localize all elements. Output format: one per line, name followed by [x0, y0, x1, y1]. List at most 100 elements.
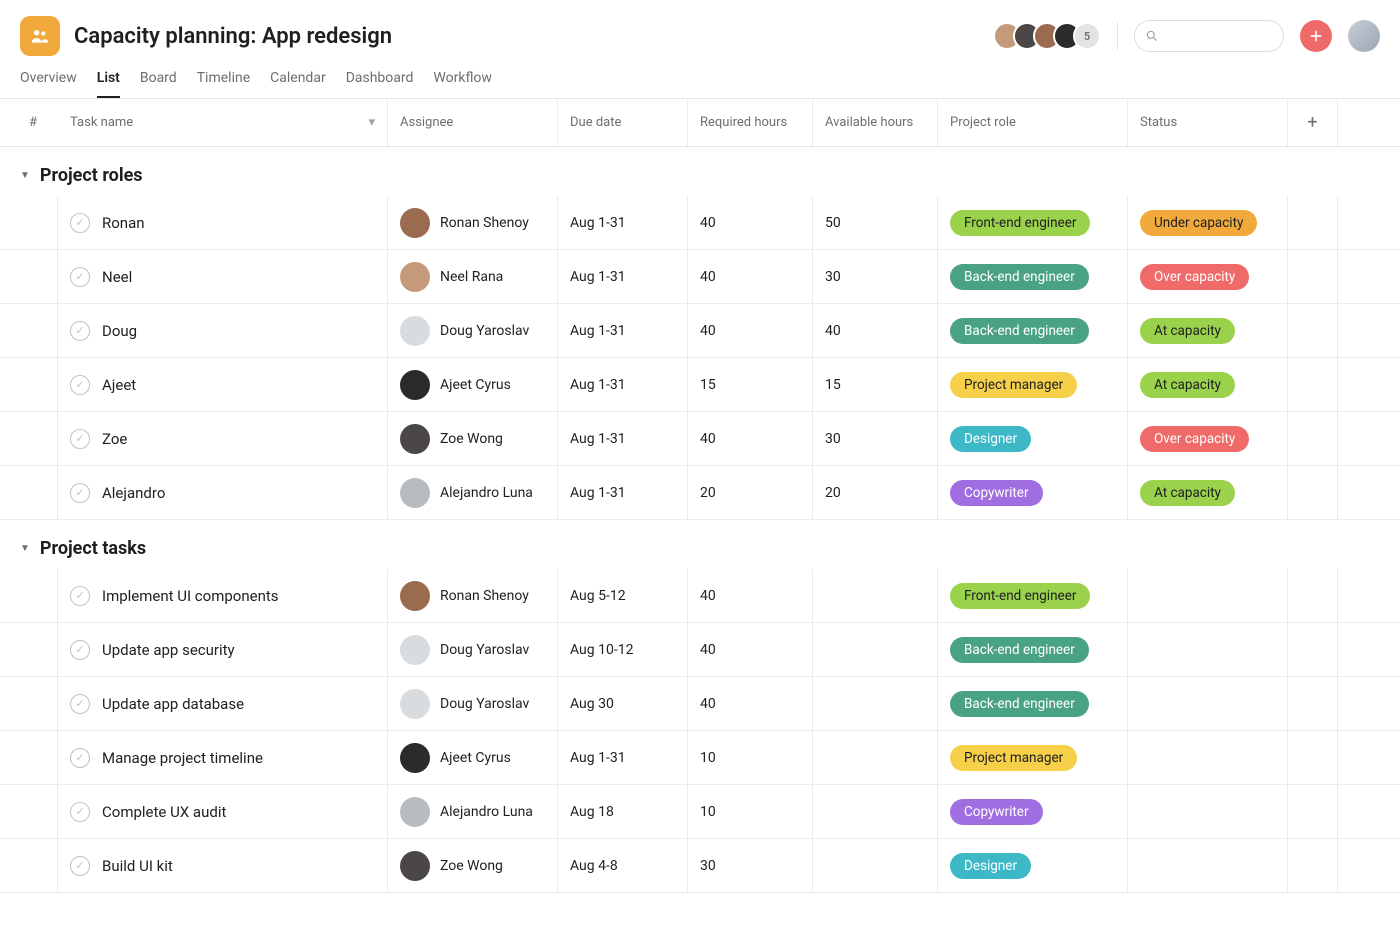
- table-row[interactable]: ✓Update app databaseDoug YaroslavAug 304…: [0, 677, 1400, 731]
- due-date: Aug 1-31: [570, 215, 626, 231]
- tab-timeline[interactable]: Timeline: [197, 70, 250, 98]
- check-circle-icon[interactable]: ✓: [70, 267, 90, 287]
- check-circle-icon[interactable]: ✓: [70, 856, 90, 876]
- add-button[interactable]: [1300, 20, 1332, 52]
- task-name: Neel: [102, 268, 132, 286]
- column-due[interactable]: Due date: [558, 99, 688, 146]
- column-status[interactable]: Status: [1128, 99, 1288, 146]
- task-name: Complete UX audit: [102, 803, 226, 821]
- assignee-avatar: [400, 262, 430, 292]
- tab-list[interactable]: List: [97, 70, 120, 98]
- status-pill[interactable]: At capacity: [1140, 318, 1235, 344]
- table-row[interactable]: ✓NeelNeel RanaAug 1-314030Back-end engin…: [0, 250, 1400, 304]
- tab-board[interactable]: Board: [140, 70, 177, 98]
- available-hours: 30: [825, 431, 841, 447]
- due-date: Aug 5-12: [570, 588, 626, 604]
- table-row[interactable]: ✓RonanRonan ShenoyAug 1-314050Front-end …: [0, 196, 1400, 250]
- plus-icon: [1308, 28, 1324, 44]
- table-row[interactable]: ✓Build UI kitZoe WongAug 4-830Designer: [0, 839, 1400, 893]
- add-column-button[interactable]: +: [1288, 99, 1338, 146]
- tab-calendar[interactable]: Calendar: [270, 70, 326, 98]
- due-date: Aug 10-12: [570, 642, 633, 658]
- role-pill[interactable]: Back-end engineer: [950, 264, 1089, 290]
- project-icon[interactable]: [20, 16, 60, 56]
- role-pill[interactable]: Copywriter: [950, 480, 1043, 506]
- tab-overview[interactable]: Overview: [20, 70, 77, 98]
- check-circle-icon[interactable]: ✓: [70, 429, 90, 449]
- assignee-name: Doug Yaroslav: [440, 323, 529, 339]
- column-required[interactable]: Required hours: [688, 99, 813, 146]
- role-pill[interactable]: Project manager: [950, 745, 1077, 771]
- column-assignee[interactable]: Assignee: [388, 99, 558, 146]
- table-row[interactable]: ✓Update app securityDoug YaroslavAug 10-…: [0, 623, 1400, 677]
- chevron-down-icon[interactable]: ▾: [368, 115, 375, 130]
- member-overflow[interactable]: 5: [1073, 22, 1101, 50]
- check-circle-icon[interactable]: ✓: [70, 321, 90, 341]
- status-pill[interactable]: Under capacity: [1140, 210, 1257, 236]
- role-pill[interactable]: Front-end engineer: [950, 210, 1090, 236]
- required-hours: 40: [700, 642, 716, 658]
- role-pill[interactable]: Project manager: [950, 372, 1077, 398]
- table-row[interactable]: ✓AjeetAjeet CyrusAug 1-311515Project man…: [0, 358, 1400, 412]
- status-pill[interactable]: Over capacity: [1140, 426, 1249, 452]
- required-hours: 40: [700, 431, 716, 447]
- search-input[interactable]: [1134, 20, 1284, 52]
- due-date: Aug 1-31: [570, 485, 626, 501]
- required-hours: 40: [700, 588, 716, 604]
- check-circle-icon[interactable]: ✓: [70, 748, 90, 768]
- table-row[interactable]: ✓Manage project timelineAjeet CyrusAug 1…: [0, 731, 1400, 785]
- role-pill[interactable]: Designer: [950, 426, 1031, 452]
- due-date: Aug 1-31: [570, 269, 626, 285]
- column-role[interactable]: Project role: [938, 99, 1128, 146]
- task-name: Build UI kit: [102, 857, 173, 875]
- column-task[interactable]: Task name ▾: [58, 99, 388, 146]
- section-header[interactable]: ▼Project roles: [0, 147, 1400, 196]
- role-pill[interactable]: Front-end engineer: [950, 583, 1090, 609]
- due-date: Aug 1-31: [570, 377, 626, 393]
- check-circle-icon[interactable]: ✓: [70, 483, 90, 503]
- assignee-avatar: [400, 689, 430, 719]
- role-pill[interactable]: Designer: [950, 853, 1031, 879]
- task-name: Ronan: [102, 214, 145, 232]
- tab-workflow[interactable]: Workflow: [433, 70, 492, 98]
- check-circle-icon[interactable]: ✓: [70, 640, 90, 660]
- check-circle-icon[interactable]: ✓: [70, 802, 90, 822]
- project-title[interactable]: Capacity planning: App redesign: [74, 24, 392, 49]
- assignee-name: Doug Yaroslav: [440, 642, 529, 658]
- current-user-avatar[interactable]: [1348, 20, 1380, 52]
- status-pill[interactable]: Over capacity: [1140, 264, 1249, 290]
- check-circle-icon[interactable]: ✓: [70, 694, 90, 714]
- table-row[interactable]: ✓AlejandroAlejandro LunaAug 1-312020Copy…: [0, 466, 1400, 520]
- column-available[interactable]: Available hours: [813, 99, 938, 146]
- role-pill[interactable]: Back-end engineer: [950, 318, 1089, 344]
- column-number: #: [0, 99, 58, 146]
- status-pill[interactable]: At capacity: [1140, 480, 1235, 506]
- check-circle-icon[interactable]: ✓: [70, 375, 90, 395]
- table-row[interactable]: ✓Complete UX auditAlejandro LunaAug 1810…: [0, 785, 1400, 839]
- divider: [1117, 22, 1118, 50]
- check-circle-icon[interactable]: ✓: [70, 586, 90, 606]
- check-circle-icon[interactable]: ✓: [70, 213, 90, 233]
- assignee-name: Alejandro Luna: [440, 804, 533, 820]
- assignee-avatar: [400, 208, 430, 238]
- required-hours: 40: [700, 269, 716, 285]
- section-title: Project roles: [40, 165, 143, 186]
- assignee-avatar: [400, 581, 430, 611]
- available-hours: 50: [825, 215, 841, 231]
- due-date: Aug 18: [570, 804, 614, 820]
- task-sections: ▼Project roles ✓ Ronan Ronan Shenoy Aug 1-31…: [0, 147, 1400, 893]
- table-row[interactable]: ✓DougDoug YaroslavAug 1-314040Back-end e…: [0, 304, 1400, 358]
- role-pill[interactable]: Back-end engineer: [950, 691, 1089, 717]
- role-pill[interactable]: Copywriter: [950, 799, 1043, 825]
- table-row[interactable]: ✓Implement UI componentsRonan ShenoyAug …: [0, 569, 1400, 623]
- assignee-name: Ajeet Cyrus: [440, 750, 511, 766]
- role-pill[interactable]: Back-end engineer: [950, 637, 1089, 663]
- task-name: Ajeet: [102, 376, 136, 394]
- assignee-name: Ronan Shenoy: [440, 215, 529, 231]
- required-hours: 15: [700, 377, 716, 393]
- section-header[interactable]: ▼Project tasks: [0, 520, 1400, 569]
- status-pill[interactable]: At capacity: [1140, 372, 1235, 398]
- tab-dashboard[interactable]: Dashboard: [346, 70, 414, 98]
- member-stack[interactable]: 5: [993, 22, 1101, 50]
- table-row[interactable]: ✓ZoeZoe WongAug 1-314030DesignerOver cap…: [0, 412, 1400, 466]
